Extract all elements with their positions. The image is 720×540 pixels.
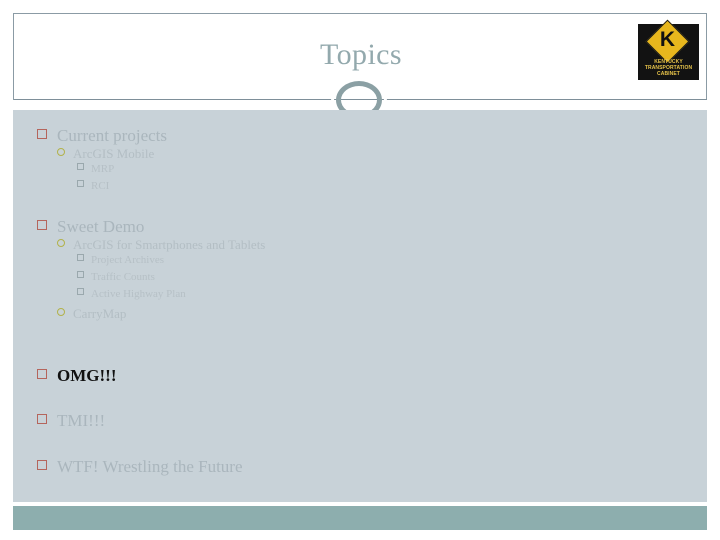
square-bullet-icon <box>37 460 47 470</box>
footer-bar <box>13 506 707 530</box>
square-bullet-icon <box>77 288 84 295</box>
square-bullet-icon <box>37 369 47 379</box>
outline-item-level-3: Project Archives <box>77 253 164 267</box>
page-title: Topics <box>320 38 402 71</box>
square-bullet-icon <box>77 254 84 261</box>
outline-item-level-3: RCI <box>77 179 109 193</box>
square-bullet-icon <box>77 180 84 187</box>
square-bullet-icon <box>77 271 84 278</box>
circle-bullet-icon <box>57 148 65 156</box>
outline-item-level-1: Sweet Demo <box>37 217 144 237</box>
outline-item-level-1: Current projects <box>37 126 167 146</box>
logo-caption-line-3: CABINET <box>657 71 680 77</box>
outline-item-level-3: MRP <box>77 162 114 176</box>
square-bullet-icon <box>37 129 47 139</box>
circle-bullet-icon <box>57 239 65 247</box>
outline-item-level-3: Active Highway Plan <box>77 287 186 301</box>
outline-item-level-1: WTF! Wrestling the Future <box>37 457 243 477</box>
outline-item-level-3: Traffic Counts <box>77 270 155 284</box>
outline-item-label: RCI <box>91 180 110 192</box>
outline-item-label: Sweet Demo <box>57 217 145 236</box>
outline-item-level-2: ArcGIS Mobile <box>57 146 154 162</box>
slide-body: Current projects ArcGIS Mobile MRP RCI Sweet… <box>13 110 707 502</box>
circle-bullet-icon <box>57 308 65 316</box>
outline-item-label: WTF! Wrestling the Future <box>57 457 243 476</box>
square-bullet-icon <box>77 163 84 170</box>
outline-item-label: Active Highway Plan <box>91 288 186 300</box>
outline-item-label: MRP <box>91 163 115 175</box>
slide-canvas: Topics K KENTUCKY TRANSPORTATION CABINET… <box>0 0 720 540</box>
logo-caption: KENTUCKY TRANSPORTATION CABINET <box>641 59 696 77</box>
outline-item-label: TMI!!! <box>57 411 106 430</box>
kentucky-transportation-cabinet-logo: K KENTUCKY TRANSPORTATION CABINET <box>638 19 699 80</box>
square-bullet-icon <box>37 414 47 424</box>
outline-item-level-2: ArcGIS for Smartphones and Tablets <box>57 237 265 253</box>
outline-item-label: Current projects <box>57 126 167 145</box>
outline-item-label: CarryMap <box>73 306 127 321</box>
outline-item-label: Traffic Counts <box>91 271 155 283</box>
square-bullet-icon <box>37 220 47 230</box>
outline-item-label: Project Archives <box>91 254 165 266</box>
outline-item-level-1: OMG!!! <box>37 366 116 386</box>
outline-item-level-1: TMI!!! <box>37 411 105 431</box>
outline-item-label: OMG!!! <box>57 366 117 385</box>
outline-item-label: ArcGIS Mobile <box>73 146 155 161</box>
outline-list: Current projects ArcGIS Mobile MRP RCI Sweet… <box>13 110 707 502</box>
outline-item-level-2: CarryMap <box>57 306 126 322</box>
outline-item-label: ArcGIS for Smartphones and Tablets <box>73 237 266 252</box>
logo-monogram: K <box>659 28 676 51</box>
